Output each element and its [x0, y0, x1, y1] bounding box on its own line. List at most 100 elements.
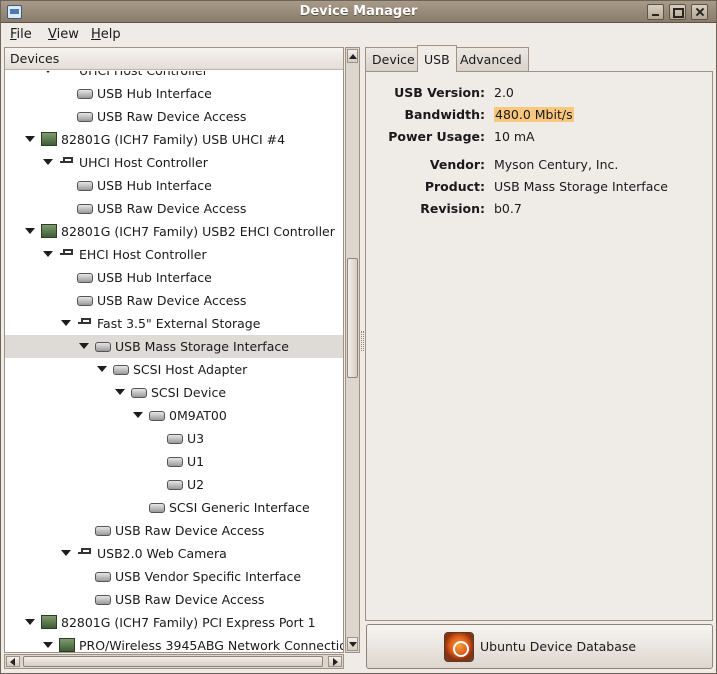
tree-row[interactable]: UHCI Host Controller: [5, 151, 343, 174]
tree-row[interactable]: UHCI Host Controller: [5, 71, 343, 82]
vertical-scroll-thumb[interactable]: [347, 258, 358, 378]
tree-row[interactable]: USB Raw Device Access: [5, 197, 343, 220]
tree-row[interactable]: Fast 3.5" External Storage: [5, 312, 343, 335]
tree-row-label: USB Hub Interface: [97, 270, 212, 285]
close-button[interactable]: [691, 4, 708, 20]
tree-row-label: 82801G (ICH7 Family) USB UHCI #4: [61, 132, 286, 147]
usb-tab-panel: USB Version: 2.0 Bandwidth: 480.0 Mbit/s…: [365, 71, 713, 621]
usb-version-label: USB Version:: [394, 85, 485, 100]
device-icon: [77, 273, 93, 283]
device-icon: [167, 480, 183, 490]
expander-arrow-icon[interactable]: [79, 343, 89, 349]
expander-arrow-icon[interactable]: [97, 366, 107, 372]
tab-advanced[interactable]: Advanced: [453, 47, 529, 71]
device-icon: [95, 342, 111, 352]
tree-row-label: UHCI Host Controller: [79, 155, 208, 170]
tree-row[interactable]: USB Hub Interface: [5, 82, 343, 105]
tree-row[interactable]: 82801G (ICH7 Family) USB2 EHCI Controlle…: [5, 220, 343, 243]
tree-row[interactable]: 82801G (ICH7 Family) PCI Express Port 1: [5, 611, 343, 634]
expander-arrow-icon[interactable]: [43, 251, 53, 257]
pci-card-icon: [59, 638, 75, 652]
device-icon: [95, 526, 111, 536]
tree-row[interactable]: U3: [5, 427, 343, 450]
properties-tabs: Device USB Advanced: [365, 45, 715, 72]
tree-column-header-devices[interactable]: Devices: [5, 48, 343, 70]
expander-arrow-icon[interactable]: [61, 320, 71, 326]
title-bar[interactable]: Device Manager: [1, 1, 716, 23]
expander-arrow-icon[interactable]: [43, 71, 53, 73]
pci-card-icon: [41, 132, 57, 146]
pane-splitter-handle[interactable]: [361, 331, 364, 351]
tree-row-label: UHCI Host Controller: [79, 71, 208, 78]
tree-row[interactable]: USB Raw Device Access: [5, 519, 343, 542]
expander-arrow-icon[interactable]: [25, 228, 35, 234]
pci-card-icon: [41, 615, 57, 629]
expander-arrow-icon[interactable]: [61, 550, 71, 556]
device-icon: [77, 89, 93, 99]
ubuntu-device-database-button[interactable]: Ubuntu Device Database: [366, 624, 713, 669]
power-usage-value: 10 mA: [494, 129, 535, 144]
tree-row[interactable]: U2: [5, 473, 343, 496]
ubuntu-device-database-label: Ubuntu Device Database: [480, 639, 637, 654]
tree-row[interactable]: USB Raw Device Access: [5, 105, 343, 128]
device-icon: [95, 572, 111, 582]
tree-row-label: SCSI Generic Interface: [169, 500, 310, 515]
product-value: USB Mass Storage Interface: [494, 179, 668, 194]
ubuntu-logo-icon: [444, 632, 474, 662]
device-icon: [131, 388, 147, 398]
expander-arrow-icon[interactable]: [25, 136, 35, 142]
scroll-left-arrow-icon[interactable]: [6, 656, 20, 667]
tree-row-label: PRO/Wireless 3945ABG Network Connection: [79, 638, 343, 652]
tree-row[interactable]: USB2.0 Web Camera: [5, 542, 343, 565]
tree-row[interactable]: 0M9AT00: [5, 404, 343, 427]
expander-arrow-icon[interactable]: [133, 412, 143, 418]
tree-row[interactable]: 82801G (ICH7 Family) USB UHCI #4: [5, 128, 343, 151]
menu-file[interactable]: File: [10, 27, 32, 42]
vendor-value: Myson Century, Inc.: [494, 157, 619, 172]
tree-row[interactable]: USB Vendor Specific Interface: [5, 565, 343, 588]
tree-row-label: USB Raw Device Access: [97, 293, 247, 308]
tree-row-selected[interactable]: USB Mass Storage Interface: [5, 335, 343, 358]
expander-arrow-icon[interactable]: [115, 389, 125, 395]
minimize-button[interactable]: [647, 4, 664, 20]
expander-arrow-icon[interactable]: [43, 642, 53, 648]
tree-row[interactable]: USB Hub Interface: [5, 174, 343, 197]
maximize-button[interactable]: [669, 4, 686, 20]
tree-row[interactable]: SCSI Generic Interface: [5, 496, 343, 519]
tree-row-label: USB Raw Device Access: [97, 109, 247, 124]
tree-row[interactable]: USB Raw Device Access: [5, 289, 343, 312]
tree-vertical-scrollbar[interactable]: [345, 47, 360, 653]
device-tree: Devices UHCI Host Controller USB Hub Inte…: [4, 47, 344, 653]
menu-help[interactable]: Help: [91, 27, 121, 42]
tree-row[interactable]: SCSI Device: [5, 381, 343, 404]
usb-icon: [77, 547, 93, 559]
expander-arrow-icon[interactable]: [43, 159, 53, 165]
tree-horizontal-scrollbar[interactable]: [4, 654, 344, 669]
tree-row[interactable]: USB Hub Interface: [5, 266, 343, 289]
device-icon: [167, 457, 183, 467]
scroll-right-arrow-icon[interactable]: [328, 656, 342, 667]
device-icon: [77, 112, 93, 122]
tree-row[interactable]: PRO/Wireless 3945ABG Network Connection: [5, 634, 343, 652]
scroll-down-arrow-icon[interactable]: [347, 637, 358, 651]
pci-card-icon: [41, 224, 57, 238]
tree-row[interactable]: SCSI Host Adapter: [5, 358, 343, 381]
device-icon: [113, 365, 129, 375]
tree-row[interactable]: U1: [5, 450, 343, 473]
device-icon: [77, 181, 93, 191]
tab-device[interactable]: Device: [365, 47, 422, 71]
power-usage-label: Power Usage:: [388, 129, 485, 144]
tree-row-label: USB Hub Interface: [97, 178, 212, 193]
tree-row-label: EHCI Host Controller: [79, 247, 207, 262]
tree-row[interactable]: USB Raw Device Access: [5, 588, 343, 611]
horizontal-scroll-thumb[interactable]: [23, 656, 323, 667]
bandwidth-label: Bandwidth:: [404, 107, 485, 122]
scroll-up-arrow-icon[interactable]: [347, 49, 358, 63]
device-icon: [167, 434, 183, 444]
menu-view[interactable]: View: [48, 27, 79, 42]
tab-usb[interactable]: USB: [417, 45, 457, 72]
tree-row-label: 82801G (ICH7 Family) PCI Express Port 1: [61, 615, 316, 630]
expander-arrow-icon[interactable]: [25, 619, 35, 625]
tree-row[interactable]: EHCI Host Controller: [5, 243, 343, 266]
usb-icon: [77, 317, 93, 329]
